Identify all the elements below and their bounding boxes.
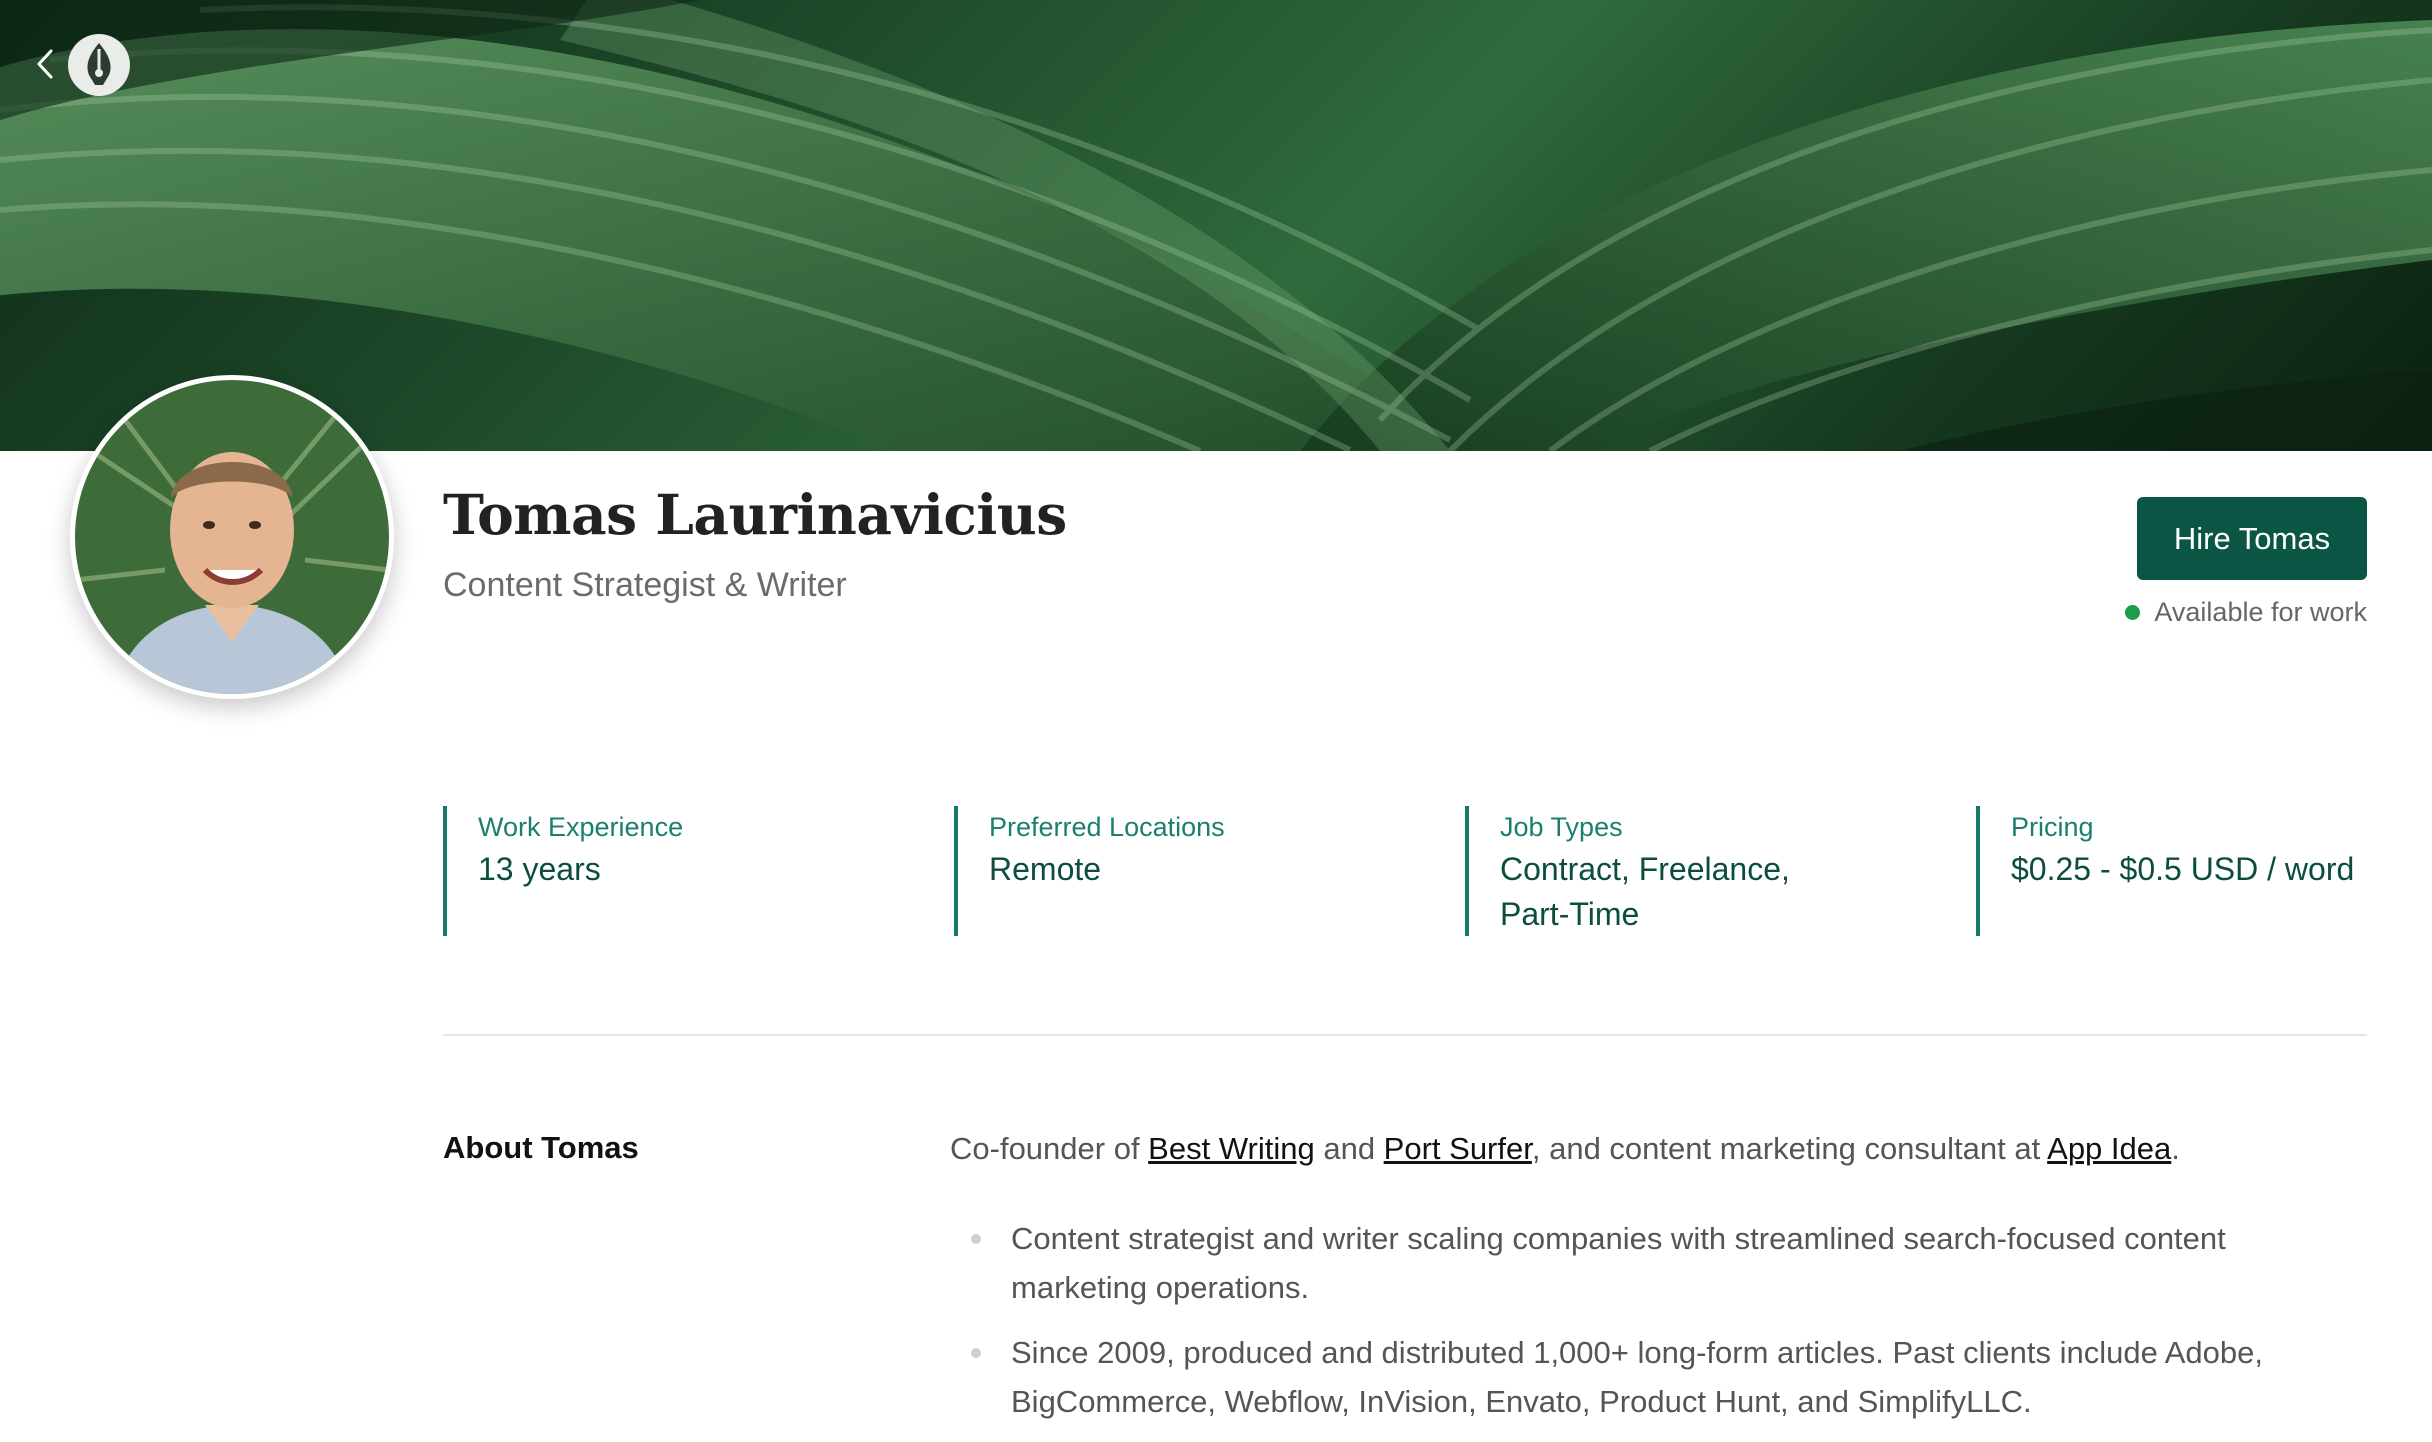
site-logo[interactable] (68, 34, 130, 96)
chevron-left-icon (37, 49, 53, 79)
app-idea-link[interactable]: App Idea (2047, 1131, 2171, 1166)
stat-value: 13 years (478, 851, 601, 887)
intro-text: Co-founder of (950, 1131, 1149, 1166)
stat-pricing: Pricing $0.25 - $0.5 USD / word (1976, 806, 2371, 936)
best-writing-link[interactable]: Best Writing (1148, 1131, 1315, 1166)
stat-job-types: Job Types Contract, Freelance, Part-Time (1465, 806, 1800, 936)
pen-nib-icon (87, 43, 111, 85)
stat-value: $0.25 - $0.5 USD / word (2011, 851, 2355, 887)
about-intro: Co-founder of Best Writing and Port Surf… (950, 1131, 2180, 1167)
stat-label: Preferred Locations (989, 812, 1225, 842)
profile-name: Tomas Laurinavicius (443, 482, 1067, 547)
intro-text: and (1314, 1131, 1384, 1166)
availability-label: Available for work (2154, 597, 2367, 627)
stat-work-experience: Work Experience 13 years (443, 806, 918, 936)
about-heading: About Tomas (443, 1130, 639, 1165)
stat-preferred-locations: Preferred Locations Remote (954, 806, 1429, 936)
port-surfer-link[interactable]: Port Surfer (1384, 1131, 1532, 1166)
list-item: Since 2009, produced and distributed 1,0… (950, 1328, 2370, 1426)
intro-text: , and content marketing consultant at (1531, 1131, 2048, 1166)
stat-value: Remote (989, 851, 1102, 887)
status-dot-icon (2125, 605, 2141, 620)
list-item: Content strategist and writer scaling co… (950, 1214, 2370, 1312)
stat-label: Job Types (1500, 812, 1623, 842)
hire-button[interactable]: Hire Tomas (2137, 497, 2367, 580)
stat-label: Pricing (2011, 812, 2094, 842)
person-photo (75, 380, 389, 694)
profile-title: Content Strategist & Writer (443, 566, 847, 604)
back-button[interactable] (30, 46, 60, 82)
stat-value: Contract, Freelance, Part-Time (1500, 851, 1790, 932)
cover-banner (0, 0, 2432, 451)
intro-text: . (2171, 1131, 2180, 1166)
stat-label: Work Experience (478, 812, 684, 842)
availability-status: Available for work (2125, 597, 2367, 628)
avatar (70, 375, 394, 699)
about-bullet-list: Content strategist and writer scaling co… (950, 1214, 2370, 1442)
section-divider (443, 1034, 2367, 1036)
avatar-photo (75, 380, 389, 694)
leaf-pattern (0, 0, 2432, 451)
